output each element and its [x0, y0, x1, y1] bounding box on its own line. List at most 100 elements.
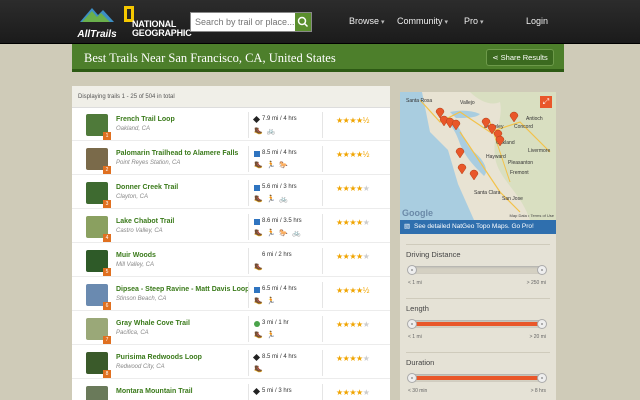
results-count: Displaying trails 1 - 25 of 504 in total — [72, 86, 390, 108]
slider-max-handle[interactable] — [537, 373, 547, 383]
range-slider[interactable] — [407, 373, 547, 383]
trail-name-link[interactable]: Gray Whale Cove Trail — [116, 320, 190, 327]
alltrails-logo[interactable]: AllTrails — [74, 4, 120, 40]
natgeo-logo[interactable]: NATIONAL GEOGRAPHIC — [124, 6, 192, 38]
activity-icons: 🥾 🚲 — [254, 128, 277, 135]
mountain-icon — [80, 8, 114, 22]
trail-list-panel: Displaying trails 1 - 25 of 504 in total… — [72, 86, 390, 400]
filter-separator — [406, 352, 550, 353]
nav-login[interactable]: Login — [526, 16, 548, 26]
place-label: Hayward — [486, 154, 506, 160]
range-slider[interactable] — [407, 265, 547, 275]
place-label: Antioch — [526, 116, 543, 122]
slider-fill — [412, 322, 542, 326]
trail-row[interactable]: 2 Palomarin Trailhead to Alamere Falls P… — [72, 142, 390, 175]
trail-name-link[interactable]: Donner Creek Trail — [116, 184, 178, 191]
trail-map[interactable]: Vallejo Berkeley Oakland Hayward Livermo… — [400, 92, 556, 220]
nav-pro[interactable]: Pro ▾ — [464, 16, 484, 26]
trail-thumbnail[interactable] — [86, 386, 108, 400]
star-rating: ★★★★★ — [336, 184, 370, 193]
difficulty-icon — [254, 151, 260, 157]
search-box — [190, 12, 312, 32]
difficulty-icon — [254, 287, 260, 293]
trail-row[interactable]: 7 Gray Whale Cove Trail Pacifica, CA 3 m… — [72, 312, 390, 345]
page-title: Best Trails Near San Francisco, CA, Unit… — [84, 51, 336, 65]
trail-row[interactable]: 3 Donner Creek Trail Clayton, CA 5.6 mi … — [72, 176, 390, 209]
expand-icon: ⤢ — [542, 97, 550, 106]
slider-min-handle[interactable] — [407, 265, 417, 275]
trail-distance: 5.6 mi / 3 hrs — [262, 184, 297, 190]
trail-name-link[interactable]: Palomarin Trailhead to Alamere Falls — [116, 150, 238, 157]
range-max-label: > 8 hrs — [530, 388, 546, 394]
activity-icons: 🥾 🏃 🐎 🚲 — [254, 230, 302, 237]
natgeo-line2: GEOGRAPHIC — [132, 28, 192, 38]
range-slider[interactable] — [407, 319, 547, 329]
trail-row[interactable]: 1 French Trail Loop Oakland, CA 7.9 mi /… — [72, 108, 390, 141]
difficulty-icon — [254, 185, 260, 191]
chevron-down-icon: ▾ — [480, 19, 484, 26]
activity-icons: 🥾 — [254, 264, 264, 271]
column-divider — [248, 112, 249, 138]
trail-name-link[interactable]: Purisima Redwoods Loop — [116, 354, 202, 361]
trail-name-link[interactable]: Montara Mountain Trail — [116, 388, 193, 395]
column-divider — [322, 248, 323, 274]
share-icon: ⋖ — [492, 53, 499, 62]
natgeo-topo-link[interactable]: ▧ See detailed NatGeo Topo Maps. Go Pro! — [400, 220, 556, 234]
trail-rank-badge: 2 — [103, 166, 111, 174]
column-divider — [248, 282, 249, 308]
expand-map-button[interactable]: ⤢ — [540, 96, 552, 108]
trail-name-link[interactable]: Lake Chabot Trail — [116, 218, 174, 225]
range-min-label: < 1 mi — [408, 334, 422, 340]
trail-name-link[interactable]: Dipsea - Steep Ravine - Matt Davis Loop — [116, 286, 249, 293]
trail-distance: 8.5 mi / 4 hrs — [262, 150, 297, 156]
star-rating: ★★★★★ — [336, 252, 370, 261]
trail-row[interactable]: 6 Dipsea - Steep Ravine - Matt Davis Loo… — [72, 278, 390, 311]
share-results-button[interactable]: ⋖ Share Results — [486, 49, 554, 66]
trail-location: Clayton, CA — [116, 194, 149, 200]
map-data-credit[interactable]: Map Data • Terms of Use — [510, 213, 554, 218]
search-button[interactable] — [295, 13, 311, 31]
trail-distance: 7.9 mi / 4 hrs — [262, 116, 297, 122]
trail-row[interactable]: 5 Muir Woods Mill Valley, CA 6 mi / 2 hr… — [72, 244, 390, 277]
search-icon — [297, 16, 309, 28]
trail-rank-badge: 3 — [103, 200, 111, 208]
place-label: Santa Rosa — [406, 98, 432, 104]
trail-row[interactable]: 4 Lake Chabot Trail Castro Valley, CA 8.… — [72, 210, 390, 243]
trail-distance: 5 mi / 3 hrs — [262, 388, 292, 394]
trail-row[interactable]: 9 Montara Mountain Trail 5 mi / 3 hrs ★★… — [72, 380, 390, 400]
slider-max-handle[interactable] — [537, 265, 547, 275]
nav-browse[interactable]: Browse ▾ — [349, 16, 385, 26]
slider-min-handle[interactable] — [407, 373, 417, 383]
column-divider — [322, 316, 323, 342]
trail-row[interactable]: 8 Purisima Redwoods Loop Redwood City, C… — [72, 346, 390, 379]
column-divider — [322, 384, 323, 400]
range-max-label: > 250 mi — [526, 280, 546, 286]
difficulty-icon — [252, 353, 261, 362]
slider-max-handle[interactable] — [537, 319, 547, 329]
place-label: Santa Clara — [474, 190, 501, 196]
trail-rank-badge: 8 — [103, 370, 111, 378]
trail-name-link[interactable]: French Trail Loop — [116, 116, 175, 123]
chevron-down-icon: ▾ — [444, 19, 449, 26]
trail-rank-badge: 4 — [103, 234, 111, 242]
star-rating: ★★★★★ — [336, 354, 370, 363]
difficulty-icon — [254, 321, 260, 327]
trail-rank-badge: 1 — [103, 132, 111, 140]
trail-name-link[interactable]: Muir Woods — [116, 252, 156, 259]
filter-separator — [406, 244, 550, 245]
range-max-label: > 20 mi — [529, 334, 546, 340]
nav-community[interactable]: Community ▾ — [397, 16, 448, 26]
activity-icons: 🥾 🏃 🐎 — [254, 162, 290, 169]
star-rating: ★★★★★ — [336, 320, 370, 329]
column-divider — [322, 180, 323, 206]
star-rating: ★★★★½ — [336, 286, 369, 295]
slider-min-handle[interactable] — [407, 319, 417, 329]
column-divider — [248, 214, 249, 240]
star-rating: ★★★★★ — [336, 218, 370, 227]
search-input[interactable] — [191, 13, 295, 31]
google-logo: Google — [402, 208, 433, 218]
activity-icons: 🥾 — [254, 366, 264, 373]
trail-location: Mill Valley, CA — [116, 262, 155, 268]
trail-location: Redwood City, CA — [116, 364, 165, 370]
trail-distance: 3 mi / 1 hr — [262, 320, 289, 326]
